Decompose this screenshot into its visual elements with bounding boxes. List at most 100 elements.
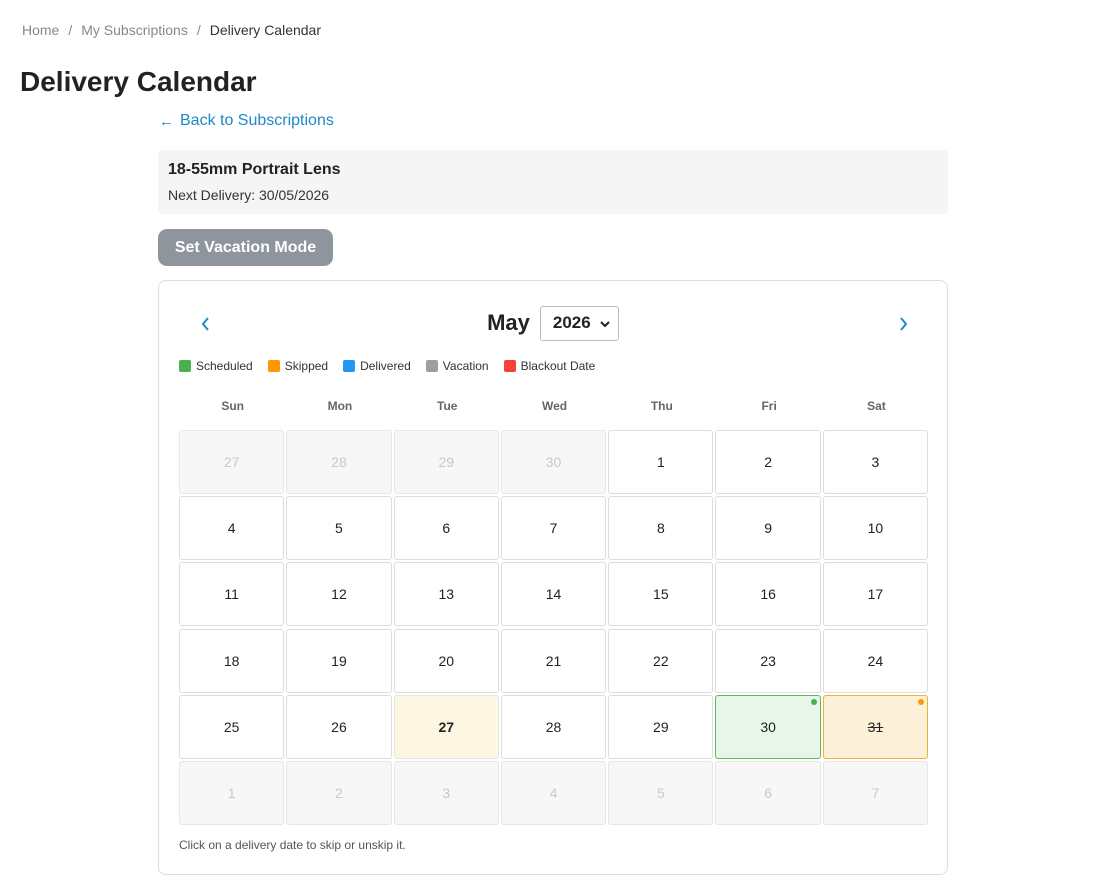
calendar-day: 27 bbox=[179, 430, 285, 494]
calendar-day[interactable]: 15 bbox=[608, 562, 714, 627]
calendar-day[interactable]: 5 bbox=[286, 496, 392, 561]
day-number: 28 bbox=[545, 718, 562, 735]
breadcrumb-subscriptions[interactable]: My Subscriptions bbox=[81, 22, 188, 38]
calendar-day[interactable]: 16 bbox=[715, 562, 821, 627]
legend-item: Scheduled bbox=[179, 359, 253, 373]
year-select[interactable]: 2026 bbox=[539, 305, 619, 341]
calendar-day: 5 bbox=[608, 760, 714, 825]
day-number: 2 bbox=[764, 454, 773, 470]
status-dot bbox=[810, 698, 817, 705]
prev-month-button[interactable] bbox=[190, 311, 220, 341]
weekday-label: Sat bbox=[867, 399, 886, 413]
legend-label: Skipped bbox=[284, 359, 329, 373]
day-number: 13 bbox=[438, 586, 455, 603]
calendar-day: 30 bbox=[500, 430, 607, 494]
product-info-card: 18-55mm Portrait Lens Next Delivery: 30/… bbox=[158, 150, 948, 214]
next-month-button[interactable] bbox=[888, 311, 918, 341]
calendar-day[interactable]: 25 bbox=[179, 694, 285, 759]
day-number: 4 bbox=[549, 784, 558, 801]
calendar-day[interactable]: 10 bbox=[822, 496, 929, 561]
calendar-day[interactable]: 24 bbox=[822, 628, 929, 693]
calendar-day: 3 bbox=[393, 760, 499, 825]
legend-item: Blackout Date bbox=[503, 359, 596, 373]
day-number: 6 bbox=[764, 784, 773, 801]
back-to-subscriptions-link[interactable]: ← Back to Subscriptions bbox=[159, 112, 334, 130]
calendar-day[interactable]: 20 bbox=[393, 628, 499, 693]
calendar-day[interactable]: 1 bbox=[608, 430, 714, 494]
weekday-label: Tue bbox=[437, 399, 458, 413]
month-header: May 2026 bbox=[159, 305, 947, 341]
calendar-day[interactable]: 3 bbox=[822, 430, 929, 494]
day-number: 20 bbox=[438, 652, 455, 669]
legend: Scheduled Skipped Delivered Vacation Blackou… bbox=[179, 359, 610, 373]
breadcrumb-home[interactable]: Home bbox=[22, 22, 59, 38]
calendar-day[interactable]: 13 bbox=[393, 562, 499, 627]
calendar-day[interactable]: 17 bbox=[822, 562, 929, 627]
next-delivery-text: Next Delivery: 30/05/2026 bbox=[168, 187, 330, 203]
back-link-label: Back to Subscriptions bbox=[180, 112, 334, 129]
weekday-label: Fri bbox=[761, 399, 777, 413]
day-number: 6 bbox=[442, 520, 451, 537]
calendar-day[interactable]: 26 bbox=[286, 694, 392, 759]
month-name: May bbox=[487, 310, 530, 335]
calendar-day[interactable]: 30 bbox=[715, 694, 821, 759]
day-number: 30 bbox=[760, 718, 776, 735]
calendar-day[interactable]: 28 bbox=[500, 694, 607, 759]
calendar-day[interactable]: 6 bbox=[393, 496, 499, 561]
calendar-grid: 27 28 29 30 1 2 3 4 5 6 7 8 9 10 11 12 13 14 15 16 17 18 19 20 2… bbox=[179, 430, 929, 825]
day-number: 30 bbox=[545, 454, 562, 470]
calendar-day[interactable]: 23 bbox=[715, 628, 821, 693]
day-number: 23 bbox=[760, 652, 776, 669]
day-number: 26 bbox=[331, 718, 347, 735]
calendar-hint: Click on a delivery date to skip or unsk… bbox=[179, 838, 406, 852]
legend-swatch bbox=[267, 360, 280, 372]
calendar-day[interactable]: 14 bbox=[500, 562, 607, 627]
calendar-day[interactable]: 9 bbox=[715, 496, 821, 561]
day-number: 5 bbox=[335, 520, 343, 537]
day-number: 1 bbox=[656, 454, 665, 470]
chevron-down-icon bbox=[600, 313, 610, 333]
day-number: 29 bbox=[653, 718, 669, 735]
set-vacation-mode-button[interactable]: Set Vacation Mode bbox=[158, 229, 333, 266]
calendar-day[interactable]: 22 bbox=[608, 628, 714, 693]
calendar-day: 1 bbox=[179, 760, 285, 825]
weekday-label: Sun bbox=[221, 399, 244, 413]
legend-label: Blackout Date bbox=[520, 359, 596, 373]
chevron-right-icon bbox=[899, 316, 908, 336]
page-title: Delivery Calendar bbox=[20, 66, 257, 97]
calendar-day[interactable]: 29 bbox=[608, 694, 714, 759]
calendar-day[interactable]: 21 bbox=[500, 628, 607, 693]
day-number: 17 bbox=[867, 586, 884, 603]
calendar-day[interactable]: 18 bbox=[179, 628, 285, 693]
day-number: 27 bbox=[438, 718, 455, 735]
weekday-header: Sun Mon Tue Wed Thu Fri Sat bbox=[179, 399, 930, 413]
day-number: 9 bbox=[764, 520, 773, 537]
breadcrumb-separator: / bbox=[68, 22, 73, 38]
breadcrumb-current: Delivery Calendar bbox=[209, 22, 322, 38]
arrow-left-icon: ← bbox=[159, 112, 174, 130]
calendar-day: 2 bbox=[286, 760, 392, 825]
calendar-day[interactable]: 8 bbox=[608, 496, 714, 561]
calendar-day[interactable]: 11 bbox=[179, 562, 285, 627]
day-number: 29 bbox=[438, 454, 455, 470]
calendar-day[interactable]: 7 bbox=[500, 496, 607, 561]
calendar-day[interactable]: 2 bbox=[715, 430, 821, 494]
weekday-label: Wed bbox=[541, 399, 568, 413]
day-number: 4 bbox=[227, 520, 236, 537]
legend-label: Vacation bbox=[442, 359, 489, 373]
calendar-day[interactable]: 12 bbox=[286, 562, 392, 627]
day-number: 25 bbox=[223, 718, 240, 735]
calendar-day[interactable]: 31 bbox=[822, 694, 929, 759]
day-number: 18 bbox=[223, 652, 240, 669]
legend-swatch bbox=[425, 360, 438, 372]
product-name: 18-55mm Portrait Lens bbox=[168, 161, 341, 178]
calendar-day[interactable]: 4 bbox=[179, 496, 285, 561]
day-number: 11 bbox=[224, 586, 239, 603]
calendar-day[interactable]: 19 bbox=[286, 628, 392, 693]
legend-swatch bbox=[343, 360, 356, 372]
calendar-day[interactable]: 27 bbox=[393, 694, 499, 759]
legend-item: Vacation bbox=[425, 359, 489, 373]
day-number: 22 bbox=[653, 652, 669, 669]
calendar-day: 4 bbox=[500, 760, 607, 825]
breadcrumb: Home / My Subscriptions / Delivery Calen… bbox=[22, 22, 321, 38]
